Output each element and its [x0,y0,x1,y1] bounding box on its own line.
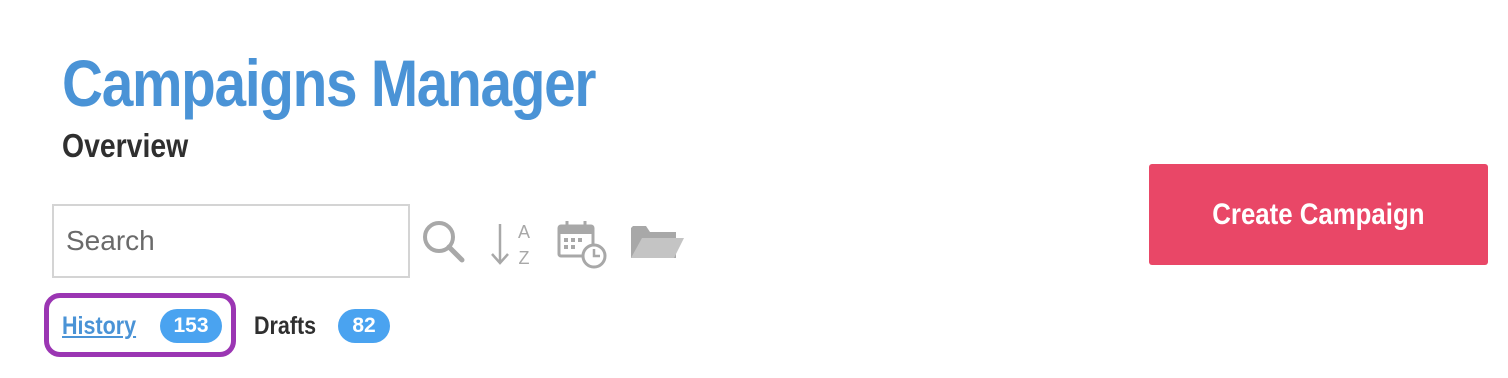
tab-history[interactable]: History [62,308,148,344]
folder-open-icon[interactable] [628,222,686,262]
sort-alpha-icon[interactable]: A Z [488,218,536,270]
search-input[interactable] [52,204,410,278]
page-subtitle: Overview [62,127,189,164]
tab-history-label[interactable]: History [62,312,136,341]
calendar-clock-icon[interactable] [556,218,608,270]
drafts-count-badge: 82 [338,309,390,343]
tab-drafts[interactable]: Drafts [254,308,326,344]
search-icon[interactable] [420,218,466,264]
svg-text:A: A [518,222,530,242]
create-campaign-button[interactable]: Create Campaign [1149,164,1488,265]
page-title: Campaigns Manager [62,46,596,120]
create-campaign-label: Create Campaign [1212,197,1425,231]
svg-text:Z: Z [519,248,530,268]
tab-drafts-label[interactable]: Drafts [254,312,316,341]
history-count-badge: 153 [160,309,222,343]
